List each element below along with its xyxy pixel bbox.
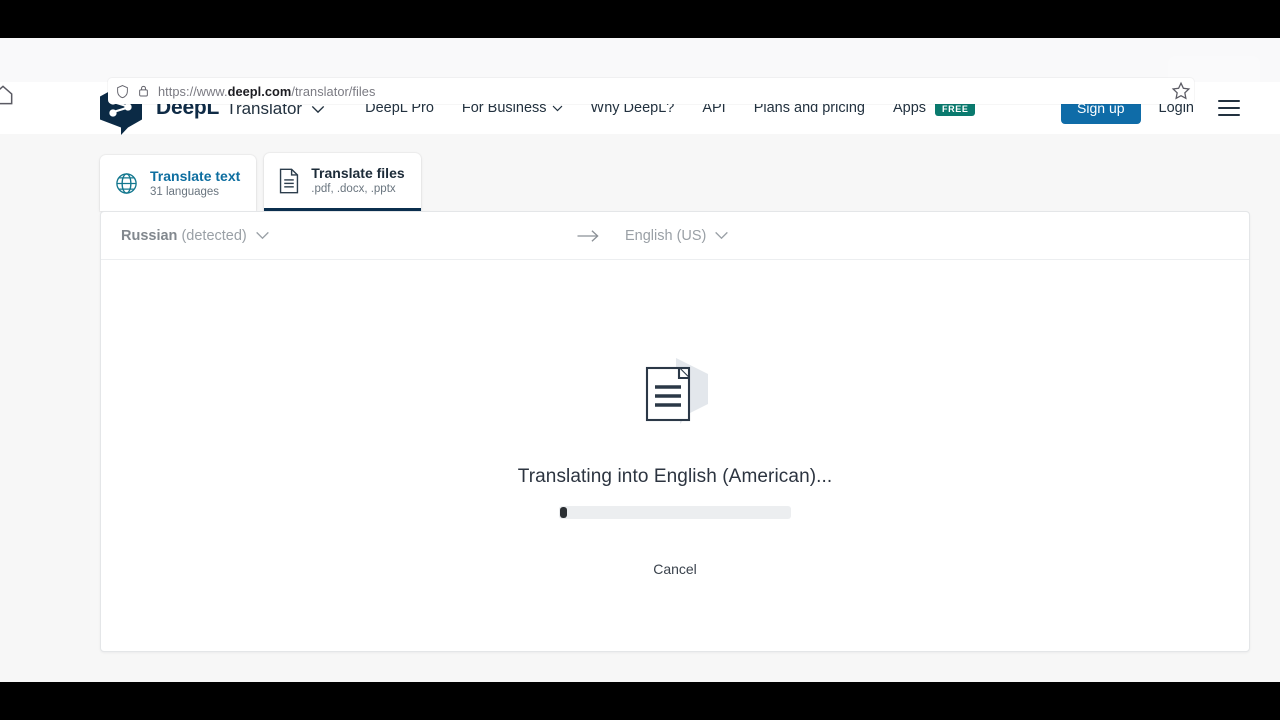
source-language-name: Russian (detected)	[121, 228, 247, 244]
url-prefix: https://www.	[158, 83, 228, 99]
translation-progress-bar	[559, 506, 791, 519]
target-language-selector[interactable]: English (US)	[625, 228, 729, 244]
home-icon[interactable]	[0, 82, 16, 108]
hamburger-bar	[1218, 114, 1240, 116]
address-bar-url: https://www.deepl.com/translator/files	[158, 84, 375, 99]
star-icon[interactable]	[1170, 80, 1192, 102]
tab-text-block: Translate text 31 languages	[150, 168, 240, 199]
chevron-down-icon	[714, 228, 729, 244]
document-icon	[278, 168, 300, 194]
target-language-value: English (US)	[625, 227, 707, 244]
translator-card: Russian (detected) English (US) Translat…	[100, 211, 1250, 652]
document-translate-icon	[630, 354, 720, 434]
cancel-button[interactable]: Cancel	[653, 561, 697, 577]
hamburger-bar	[1218, 107, 1240, 109]
hamburger-bar	[1218, 100, 1240, 102]
hamburger-menu-icon[interactable]	[1218, 100, 1240, 116]
tab-text-block: Translate files .pdf, .docx, .pptx	[311, 165, 404, 196]
tab-translate-files[interactable]: Translate files .pdf, .docx, .pptx	[264, 153, 421, 211]
source-language-detected: (detected)	[181, 227, 247, 244]
address-bar[interactable]: https://www.deepl.com/translator/files	[108, 78, 1194, 104]
file-translation-status-zone: Translating into English (American)... C…	[101, 260, 1249, 652]
source-language-selector[interactable]: Russian (detected)	[121, 228, 270, 244]
page-viewport: DeepL Translator DeepL Pro For Business	[0, 82, 1280, 682]
tab-subtitle: 31 languages	[150, 185, 220, 198]
url-domain: deepl.com	[227, 83, 292, 99]
chevron-down-icon[interactable]	[311, 105, 325, 114]
translation-mode-tabs: Translate text 31 languages Translate fi…	[100, 153, 1280, 211]
arrow-right-icon	[576, 229, 600, 243]
url-path: /translator/files	[291, 83, 376, 99]
source-language-value: Russian	[121, 227, 178, 244]
tab-subtitle: .pdf, .docx, .pptx	[311, 183, 396, 196]
progress-bar-fill	[560, 507, 567, 518]
letterbox-top	[0, 0, 1280, 38]
chevron-down-icon	[255, 228, 270, 244]
language-bar: Russian (detected) English (US)	[101, 212, 1249, 260]
tab-translate-text[interactable]: Translate text 31 languages	[100, 155, 257, 211]
target-language-area: English (US)	[625, 228, 729, 244]
shield-icon[interactable]	[116, 84, 129, 99]
letterbox-bottom	[0, 682, 1280, 720]
globe-icon	[114, 171, 139, 196]
tab-title: Translate files	[311, 165, 405, 182]
translation-status-message: Translating into English (American)...	[517, 466, 833, 487]
source-language-area: Russian (detected)	[121, 228, 576, 244]
tab-title: Translate text	[150, 167, 241, 184]
lock-icon[interactable]	[138, 84, 149, 98]
